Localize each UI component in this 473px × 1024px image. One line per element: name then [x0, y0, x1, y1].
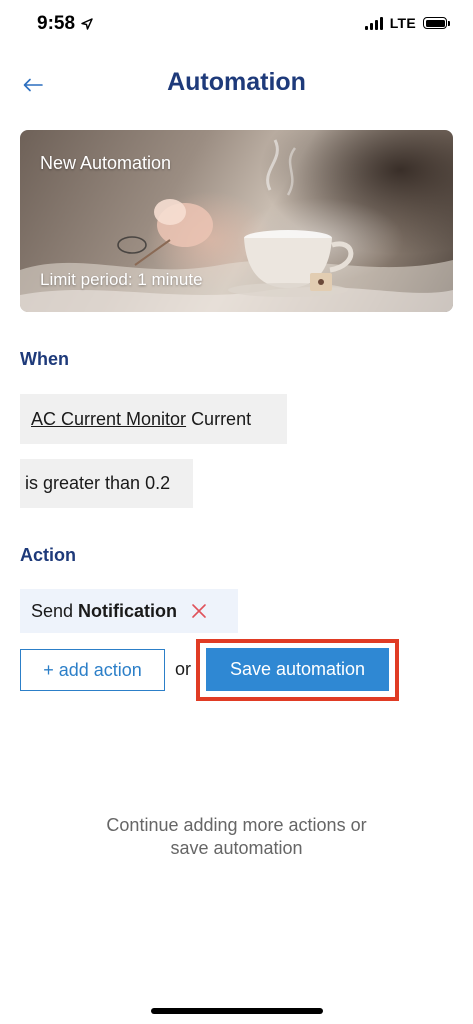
add-action-button[interactable]: + add action [20, 649, 165, 691]
device-link[interactable]: AC Current Monitor [31, 409, 186, 430]
trigger-attribute: Current [191, 408, 252, 429]
action-name: Notification [78, 600, 178, 621]
clock-text: 9:58 [37, 13, 76, 34]
location-arrow-icon [81, 18, 93, 30]
status-bar: 9:58 LTE [0, 0, 473, 54]
signal-icon [364, 16, 383, 30]
hint-line-1: Continue adding more actions or [106, 815, 367, 835]
automation-hero-card[interactable]: New Automation Limit period: 1 minute [20, 130, 453, 312]
trigger-condition-chip[interactable]: is greater than 0.2 [20, 459, 193, 508]
automation-name: New Automation [40, 153, 172, 173]
or-separator: or [175, 659, 192, 679]
when-heading: When [20, 349, 69, 369]
action-heading: Action [20, 545, 76, 565]
status-indicators: LTE [364, 15, 450, 31]
close-icon[interactable] [191, 603, 207, 619]
action-prefix: Send [31, 600, 74, 621]
hint-text: Continue adding more actions or save aut… [0, 814, 473, 860]
home-indicator[interactable] [151, 1008, 323, 1014]
limit-period: Limit period: 1 minute [40, 270, 203, 289]
action-item[interactable]: Send Notification [20, 589, 238, 633]
trigger-condition: is greater than 0.2 [25, 473, 171, 493]
page-title: Automation [167, 68, 306, 96]
battery-icon [423, 17, 450, 29]
status-time: 9:58 [37, 13, 93, 35]
network-label: LTE [389, 15, 416, 31]
save-automation-button[interactable]: Save automation [206, 648, 389, 691]
hint-line-2: save automation [170, 838, 303, 858]
trigger-device-chip: AC Current Monitor Current [20, 394, 287, 444]
